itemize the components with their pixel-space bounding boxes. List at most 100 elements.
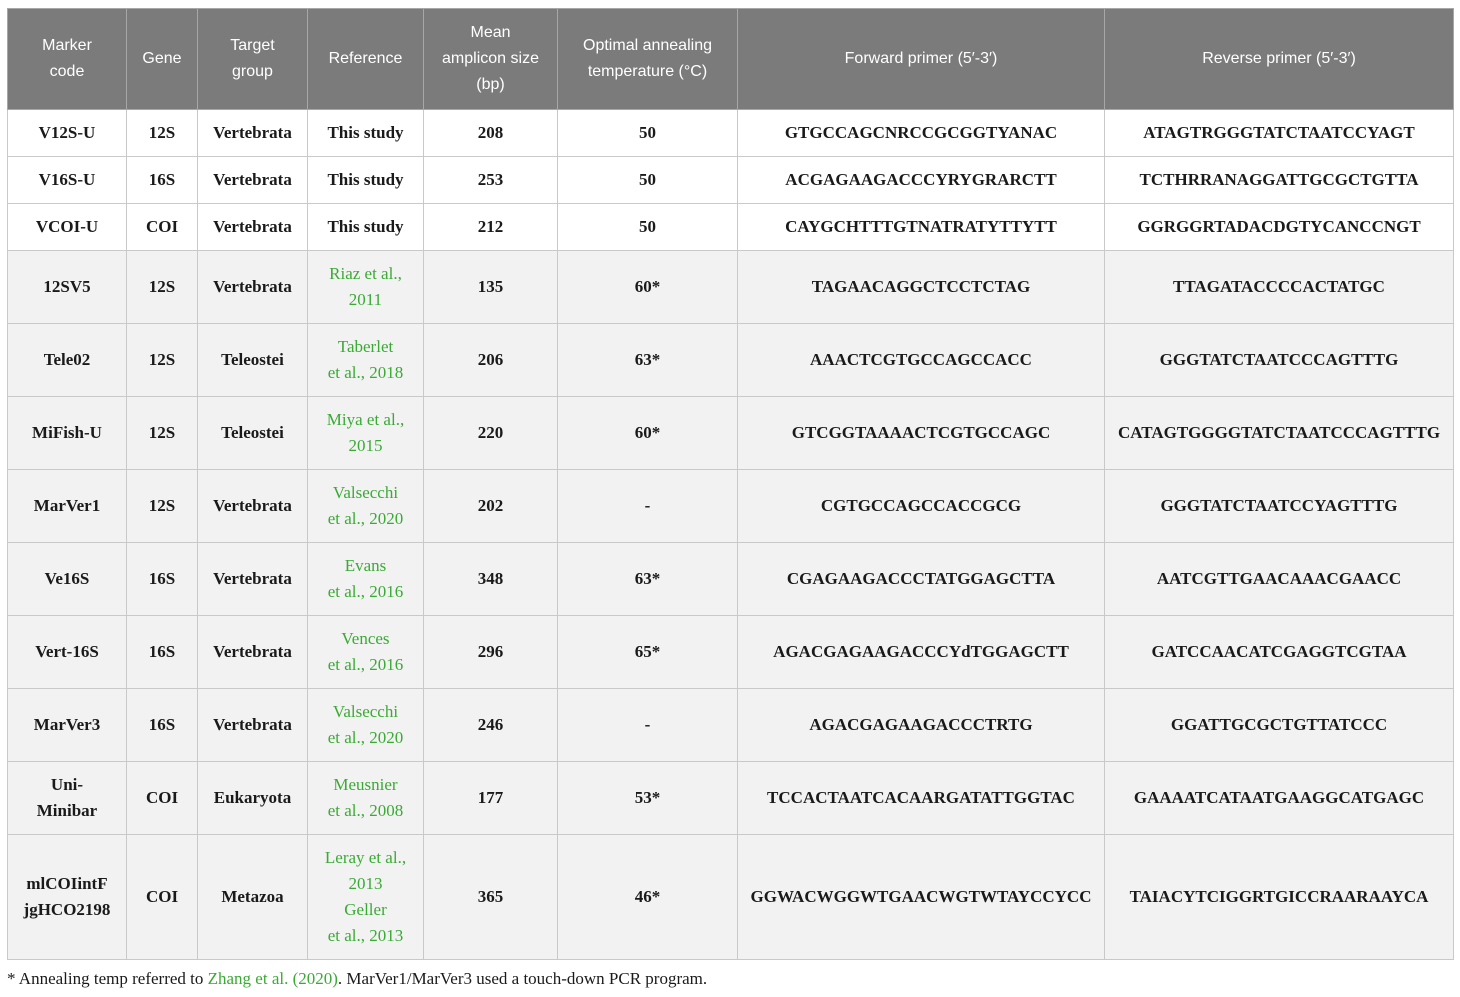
forward-primer-cell: GGWACWGGWTGAACWGTWTAYCCYCC: [737, 834, 1105, 960]
amplicon-size-cell: 348: [423, 542, 558, 616]
reference-cell[interactable]: Meusnier et al., 2008: [307, 761, 424, 835]
reverse-primer-cell: AATCGTTGAACAAACGAACC: [1104, 542, 1454, 616]
table-row: MarVer3 16S Vertebrata Valsecchi et al., 20…: [7, 688, 1454, 762]
gene-cell: 12S: [126, 323, 198, 397]
table-row: V16S-U 16S Vertebrata This study 253 50 ACGAGA…: [7, 156, 1454, 204]
table-row: Ve16S 16S Vertebrata Evans et al., 2016 348 6…: [7, 542, 1454, 616]
table-row: 12SV5 12S Vertebrata Riaz et al., 2011 135 60…: [7, 250, 1454, 324]
gene-cell: 12S: [126, 469, 198, 543]
marker-code-cell: V16S-U: [7, 156, 127, 204]
marker-code-cell: 12SV5: [7, 250, 127, 324]
footnote-reference-link[interactable]: Zhang et al. (2020): [208, 969, 338, 988]
table-row: mlCOIintF jgHCO2198 COI Metazoa Leray et al…: [7, 834, 1454, 960]
reverse-primer-cell: TCTHRRANAGGATTGCGCTGTTA: [1104, 156, 1454, 204]
reference-cell[interactable]: Evans et al., 2016: [307, 542, 424, 616]
header-marker-code: Marker code: [7, 8, 127, 110]
annealing-temp-cell: -: [557, 469, 738, 543]
gene-cell: COI: [126, 203, 198, 251]
footnote-suffix: . MarVer1/MarVer3 used a touch-down PCR …: [337, 969, 708, 988]
header-reference: Reference: [307, 8, 424, 110]
annealing-temp-cell: 50: [557, 156, 738, 204]
reverse-primer-cell: TAIACYTCIGGRTGICCRAARAAYCA: [1104, 834, 1454, 960]
marker-code-cell: VCOI-U: [7, 203, 127, 251]
gene-cell: 16S: [126, 615, 198, 689]
marker-code-cell: V12S-U: [7, 109, 127, 157]
table-row: Uni- Minibar COI Eukaryota Meusnier et al.,…: [7, 761, 1454, 835]
target-group-cell: Vertebrata: [197, 203, 308, 251]
annealing-temp-cell: 60*: [557, 250, 738, 324]
annealing-temp-cell: 53*: [557, 761, 738, 835]
forward-primer-cell: CGAGAAGACCCTATGGAGCTTA: [737, 542, 1105, 616]
target-group-cell: Vertebrata: [197, 156, 308, 204]
marker-code-cell: MiFish-U: [7, 396, 127, 470]
annealing-temp-cell: 50: [557, 109, 738, 157]
amplicon-size-cell: 212: [423, 203, 558, 251]
reverse-primer-cell: GGRGGRTADACDGTYCANCCNGT: [1104, 203, 1454, 251]
table-row: V12S-U 12S Vertebrata This study 208 50 GTGCCA…: [7, 109, 1454, 157]
forward-primer-cell: AAACTCGTGCCAGCCACC: [737, 323, 1105, 397]
reference-cell[interactable]: Vences et al., 2016: [307, 615, 424, 689]
amplicon-size-cell: 135: [423, 250, 558, 324]
marker-code-cell: Uni- Minibar: [7, 761, 127, 835]
marker-code-cell: MarVer1: [7, 469, 127, 543]
table-row: Vert-16S 16S Vertebrata Vences et al., 2016…: [7, 615, 1454, 689]
reference-cell[interactable]: Taberlet et al., 2018: [307, 323, 424, 397]
forward-primer-cell: GTCGGTAAAACTCGTGCCAGC: [737, 396, 1105, 470]
gene-cell: COI: [126, 834, 198, 960]
amplicon-size-cell: 365: [423, 834, 558, 960]
gene-cell: 16S: [126, 542, 198, 616]
amplicon-size-cell: 206: [423, 323, 558, 397]
gene-cell: 16S: [126, 156, 198, 204]
amplicon-size-cell: 296: [423, 615, 558, 689]
forward-primer-cell: TAGAACAGGCTCCTCTAG: [737, 250, 1105, 324]
target-group-cell: Metazoa: [197, 834, 308, 960]
reference-cell: This study: [307, 109, 424, 157]
target-group-cell: Vertebrata: [197, 250, 308, 324]
annealing-temp-cell: 60*: [557, 396, 738, 470]
reference-cell[interactable]: Valsecchi et al., 2020: [307, 688, 424, 762]
amplicon-size-cell: 208: [423, 109, 558, 157]
target-group-cell: Vertebrata: [197, 615, 308, 689]
gene-cell: 16S: [126, 688, 198, 762]
reference-cell[interactable]: Valsecchi et al., 2020: [307, 469, 424, 543]
amplicon-size-cell: 246: [423, 688, 558, 762]
target-group-cell: Teleostei: [197, 396, 308, 470]
forward-primer-cell: TCCACTAATCACAARGATATTGGTAC: [737, 761, 1105, 835]
header-target-group: Target group: [197, 8, 308, 110]
header-gene: Gene: [126, 8, 198, 110]
table-row: VCOI-U COI Vertebrata This study 212 50 CAYGCH…: [7, 203, 1454, 251]
gene-cell: 12S: [126, 396, 198, 470]
marker-code-cell: Vert-16S: [7, 615, 127, 689]
reverse-primer-cell: ATAGTRGGGTATCTAATCCYAGT: [1104, 109, 1454, 157]
primer-table: Marker code Gene Target group Reference …: [7, 8, 1454, 960]
annealing-temp-cell: 50: [557, 203, 738, 251]
annealing-temp-cell: 63*: [557, 323, 738, 397]
reverse-primer-cell: GGGTATCTAATCCCAGTTTG: [1104, 323, 1454, 397]
marker-code-cell: MarVer3: [7, 688, 127, 762]
annealing-temp-cell: 65*: [557, 615, 738, 689]
amplicon-size-cell: 202: [423, 469, 558, 543]
annealing-temp-cell: -: [557, 688, 738, 762]
target-group-cell: Teleostei: [197, 323, 308, 397]
target-group-cell: Vertebrata: [197, 688, 308, 762]
reverse-primer-cell: GAAAATCATAATGAAGGCATGAGC: [1104, 761, 1454, 835]
target-group-cell: Vertebrata: [197, 542, 308, 616]
forward-primer-cell: AGACGAGAAGACCCTRTG: [737, 688, 1105, 762]
forward-primer-cell: CAYGCHTTTGTNATRATYTTYTT: [737, 203, 1105, 251]
reference-cell[interactable]: Miya et al., 2015: [307, 396, 424, 470]
marker-code-cell: Tele02: [7, 323, 127, 397]
forward-primer-cell: ACGAGAAGACCCYRYGRARCTT: [737, 156, 1105, 204]
table-body: V12S-U 12S Vertebrata This study 208 50 GTGCCA…: [7, 109, 1454, 960]
annealing-temp-cell: 63*: [557, 542, 738, 616]
header-forward-primer: Forward primer (5′-3′): [737, 8, 1105, 110]
table-row: MarVer1 12S Vertebrata Valsecchi et al., 20…: [7, 469, 1454, 543]
reference-cell[interactable]: Riaz et al., 2011: [307, 250, 424, 324]
target-group-cell: Vertebrata: [197, 469, 308, 543]
reverse-primer-cell: GATCCAACATCGAGGTCGTAA: [1104, 615, 1454, 689]
table-row: Tele02 12S Teleostei Taberlet et al., 2018 2…: [7, 323, 1454, 397]
target-group-cell: Eukaryota: [197, 761, 308, 835]
reference-cell[interactable]: Leray et al., 2013 Geller et al., 2013: [307, 834, 424, 960]
reference-cell: This study: [307, 156, 424, 204]
gene-cell: 12S: [126, 109, 198, 157]
table-row: MiFish-U 12S Teleostei Miya et al., 2015 220…: [7, 396, 1454, 470]
